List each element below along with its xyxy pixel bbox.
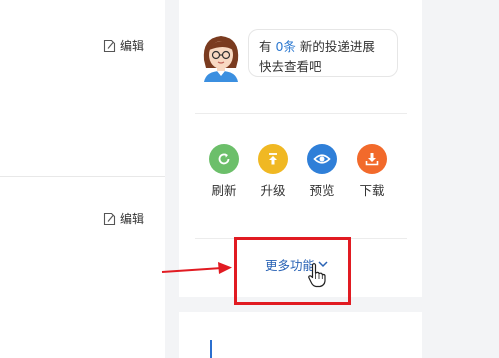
refresh-label: 刷新: [211, 183, 237, 198]
upgrade-label: 升级: [260, 183, 286, 198]
edit-link[interactable]: 编辑: [103, 210, 144, 227]
arrow-right-icon: [160, 258, 234, 282]
card-accent: [210, 340, 212, 358]
resume-page: 编辑 编辑 有 0条 新的投递进展快去查看吧 刷新 升级 预览 下载 更多功能: [0, 0, 499, 358]
divider: [0, 176, 165, 177]
edit-label: 编辑: [120, 212, 145, 226]
left-panel: 编辑 编辑: [0, 0, 165, 358]
edit-link[interactable]: 编辑: [103, 37, 144, 54]
notice-prefix: 有: [259, 39, 276, 54]
preview-icon: [307, 144, 337, 174]
highlight-box: [234, 237, 351, 305]
edit-label: 编辑: [120, 39, 145, 53]
gutter: [422, 0, 499, 358]
refresh-button[interactable]: 刷新: [204, 144, 244, 198]
download-icon: [357, 144, 387, 174]
hand-cursor-icon: [307, 262, 327, 292]
upgrade-icon: [258, 144, 288, 174]
gutter: [165, 0, 179, 358]
upgrade-button[interactable]: 升级: [253, 144, 293, 198]
notice-count[interactable]: 0条: [275, 39, 295, 54]
divider: [195, 113, 407, 114]
edit-icon: [103, 39, 116, 53]
preview-label: 预览: [309, 183, 335, 198]
refresh-icon: [209, 144, 239, 174]
notice-bubble[interactable]: 有 0条 新的投递进展快去查看吧: [248, 29, 398, 77]
download-label: 下载: [359, 183, 385, 198]
edit-icon: [103, 212, 116, 226]
preview-button[interactable]: 预览: [302, 144, 342, 198]
download-button[interactable]: 下载: [352, 144, 392, 198]
sidebar-card-2: [179, 312, 422, 358]
avatar-icon: [200, 30, 242, 82]
